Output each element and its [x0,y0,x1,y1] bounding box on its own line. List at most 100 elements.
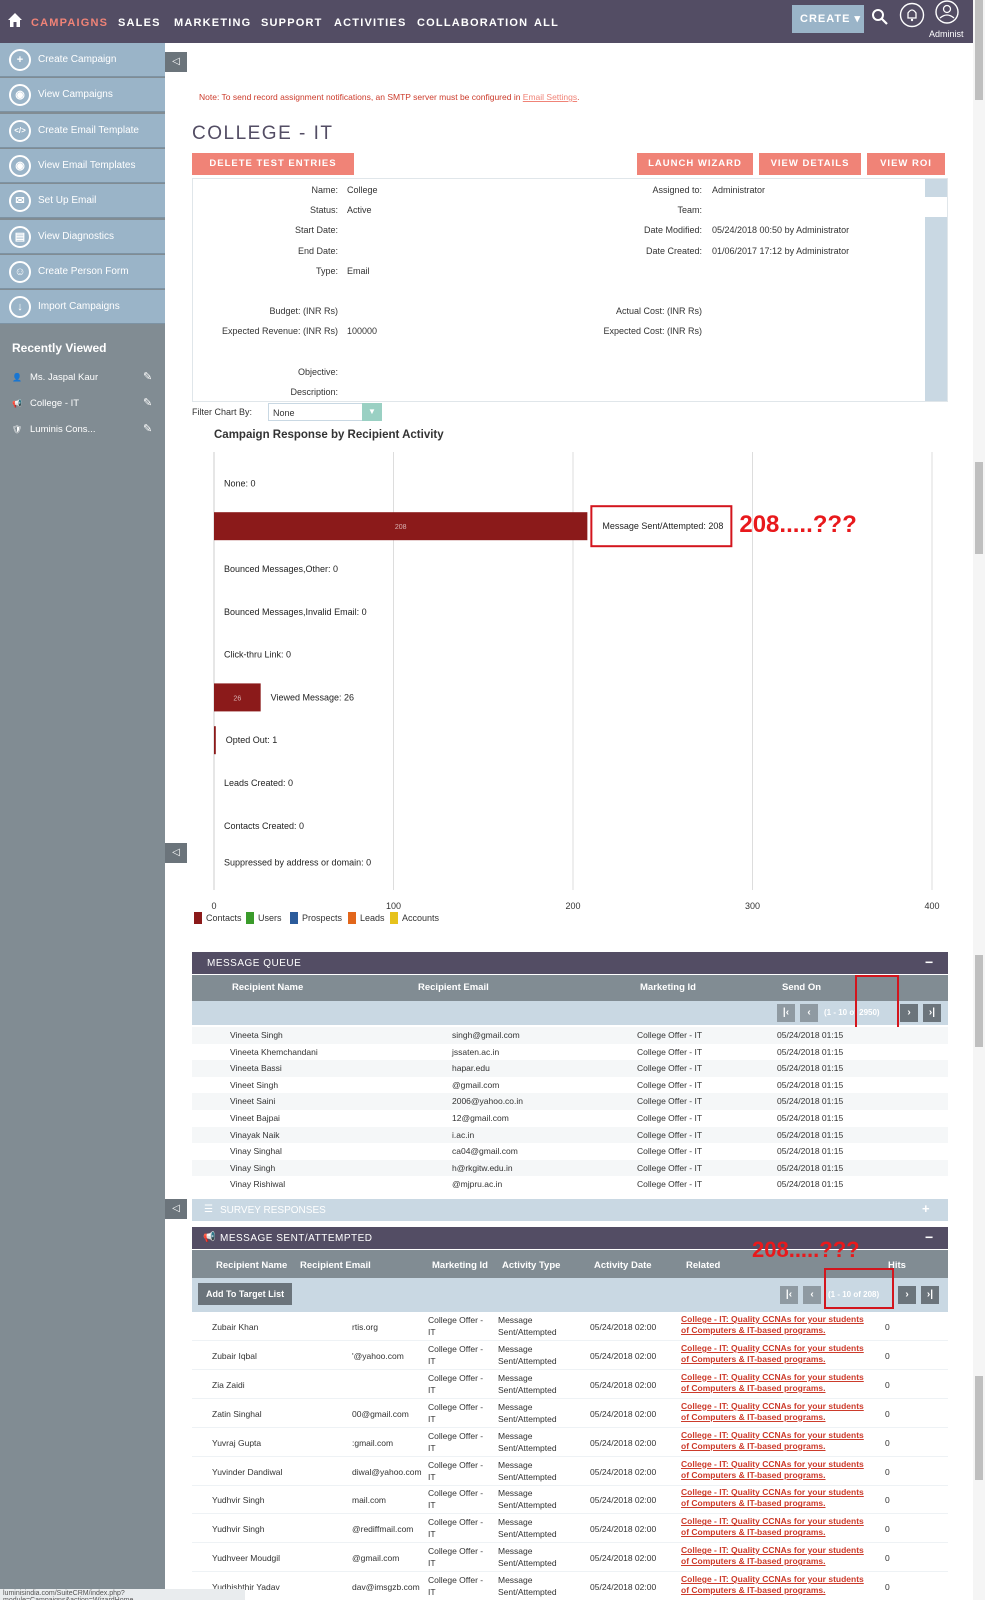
page-scroll-thumb-4[interactable] [975,1376,983,1480]
column-header[interactable]: Recipient Name [232,982,303,993]
table-row[interactable]: Vineeta Singh singh@gmail.com College Offe… [192,1027,948,1044]
related-link[interactable]: College - IT: Quality CCNAs for your stu… [681,1343,864,1354]
first-page-button[interactable]: |‹ [777,1004,795,1022]
related-link[interactable]: College - IT: Quality CCNAs for your stu… [681,1372,864,1383]
table-row[interactable]: Vineet Bajpai 12@gmail.com College Offer -… [192,1110,948,1127]
expand-panel-icon[interactable]: + [922,1201,930,1216]
search-icon[interactable] [871,8,889,28]
related-link[interactable]: College - IT: Quality CCNAs for your stu… [681,1401,864,1412]
table-row[interactable]: Vineeta Khemchandani jssaten.ac.in College… [192,1043,948,1061]
page-scroll-thumb-2[interactable] [975,462,983,554]
survey-responses-header[interactable]: ☰ SURVEY RESPONSES + [192,1199,948,1221]
column-header[interactable]: Recipient Email [300,1260,371,1271]
sidebar-action-import-campaigns[interactable]: ↓ Import Campaigns [0,290,165,325]
related-link-2[interactable]: of Computers & IT-based programs. [681,1383,826,1394]
add-to-target-list-button[interactable]: Add To Target List [198,1283,293,1305]
detail-scroll-thumb[interactable] [925,197,947,217]
table-row[interactable]: Vineet Singh @gmail.com College Offer - IT… [192,1076,948,1094]
pencil-icon[interactable]: ✎ [143,396,152,409]
pencil-icon[interactable]: ✎ [143,370,152,383]
table-row[interactable]: Vinay Singh h@rkgitw.edu.in College Offer … [192,1159,948,1177]
related-link-2[interactable]: of Computers & IT-based programs. [681,1354,826,1365]
collapse-panel-icon[interactable]: − [925,1229,934,1245]
column-header[interactable]: Marketing Id [640,982,696,993]
related-link-2[interactable]: of Computers & IT-based programs. [681,1441,826,1452]
collapse-panel-icon[interactable]: − [925,954,934,970]
recent-item[interactable]: 🛡 Luminis Cons... [12,424,95,435]
notification-bell-icon[interactable] [899,2,925,30]
sidebar-action-create-email-template[interactable]: </> Create Email Template [0,113,165,148]
page-scroll-thumb[interactable] [975,0,983,100]
related-link-2[interactable]: of Computers & IT-based programs. [681,1585,826,1596]
table-row[interactable]: Zubair Khan rtis.org College Offer - IT Mess… [192,1312,948,1341]
column-header[interactable]: Related [686,1260,720,1271]
next-page-button[interactable]: › [898,1286,916,1304]
related-link[interactable]: College - IT: Quality CCNAs for your stu… [681,1314,864,1325]
sidebar-collapse-button[interactable]: ◁ [165,52,187,72]
sidebar-action-view-email-templates[interactable]: ◉ View Email Templates [0,148,165,183]
sidebar-action-view-campaigns[interactable]: ◉ View Campaigns [0,78,165,113]
table-row[interactable]: Yuvinder Dandiwal diwal@yahoo.com College … [192,1457,948,1486]
related-link[interactable]: College - IT: Quality CCNAs for your stu… [681,1430,864,1441]
table-row[interactable]: Yuvraj Gupta:gmail.com College Offer - IT M… [192,1428,948,1457]
nav-item-activities[interactable]: ACTIVITIES [334,17,407,29]
related-link-2[interactable]: of Computers & IT-based programs. [681,1470,826,1481]
related-link[interactable]: College - IT: Quality CCNAs for your stu… [681,1516,864,1527]
column-header[interactable]: Recipient Email [418,982,489,993]
nav-item-collaboration[interactable]: COLLABORATION [417,17,528,29]
message-queue-header[interactable]: MESSAGE QUEUE − [192,952,948,974]
first-page-button[interactable]: |‹ [780,1286,798,1304]
column-header[interactable]: Recipient Name [216,1260,287,1271]
sidebar-collapse-button-3[interactable]: ◁ [165,1199,187,1219]
nav-item-support[interactable]: SUPPORT [261,17,323,29]
nav-item-all[interactable]: ALL [534,17,559,29]
related-link[interactable]: College - IT: Quality CCNAs for your stu… [681,1545,864,1556]
prev-page-button[interactable]: ‹ [800,1004,818,1022]
column-header[interactable]: Send On [782,982,821,993]
delete-test-entries-button[interactable]: DELETE TEST ENTRIES [192,153,354,175]
related-link[interactable]: College - IT: Quality CCNAs for your stu… [681,1487,864,1498]
nav-item-marketing[interactable]: MARKETING [174,17,251,29]
related-link-2[interactable]: of Computers & IT-based programs. [681,1498,826,1509]
related-link[interactable]: College - IT: Quality CCNAs for your stu… [681,1574,864,1585]
chevron-down-icon[interactable]: ▼ [362,403,382,421]
sidebar-action-view-diagnostics[interactable]: ▤ View Diagnostics [0,219,165,254]
next-page-button[interactable]: › [900,1004,918,1022]
sidebar-action-create-campaign[interactable]: + Create Campaign [0,43,165,77]
last-page-button[interactable]: ›| [921,1286,939,1304]
page-scrollbar[interactable] [973,0,985,1600]
related-link-2[interactable]: of Computers & IT-based programs. [681,1556,826,1567]
related-link-2[interactable]: of Computers & IT-based programs. [681,1325,826,1336]
table-row[interactable]: Zatin Singhal 00@gmail.com College Offer -… [192,1399,948,1428]
table-row[interactable]: Zubair Iqbal '@yahoo.com College Offer - IT… [192,1341,948,1370]
column-header[interactable]: Activity Type [502,1260,560,1271]
related-link-2[interactable]: of Computers & IT-based programs. [681,1412,826,1423]
view-roi-button[interactable]: VIEW ROI [867,153,945,175]
launch-wizard-button[interactable]: LAUNCH WIZARD [637,153,753,175]
table-row[interactable]: Yudhishthir Yadav dav@imsgzb.com College O… [192,1572,948,1600]
page-scroll-thumb-3[interactable] [975,955,983,1047]
chart-bar[interactable] [214,726,216,755]
sidebar-action-create-person-form[interactable]: ☺ Create Person Form [0,254,165,289]
user-name[interactable]: Administ [929,29,964,39]
column-header[interactable]: Marketing Id [432,1260,488,1271]
email-settings-link[interactable]: Email Settings [523,92,577,102]
related-link[interactable]: College - IT: Quality CCNAs for your stu… [681,1459,864,1470]
recent-item[interactable]: 📢 College - IT [12,398,79,409]
table-row[interactable]: Zia Zaidi College Offer - IT Message Sent/At… [192,1370,948,1399]
create-menu-button[interactable]: CREATE ▾ [792,5,864,33]
sidebar-collapse-button-2[interactable]: ◁ [165,843,187,863]
table-row[interactable]: Vineet Saini 2006@yahoo.co.in College Offe… [192,1093,948,1110]
table-row[interactable]: Yudhvir Singh mail.com College Offer - IT Me… [192,1485,948,1515]
user-avatar-icon[interactable] [934,0,960,28]
home-icon[interactable] [7,12,23,28]
sidebar-action-set-up-email[interactable]: ✉ Set Up Email [0,184,165,219]
table-row[interactable]: Yudhveer Moudgil @gmail.com College Offer … [192,1543,948,1573]
view-details-button[interactable]: VIEW DETAILS [759,153,861,175]
detail-scrollbar[interactable] [925,179,947,401]
pencil-icon[interactable]: ✎ [143,422,152,435]
nav-item-campaigns[interactable]: CAMPAIGNS [31,17,108,29]
column-header[interactable]: Activity Date [594,1260,652,1271]
nav-item-sales[interactable]: SALES [118,17,161,29]
prev-page-button[interactable]: ‹ [803,1286,821,1304]
